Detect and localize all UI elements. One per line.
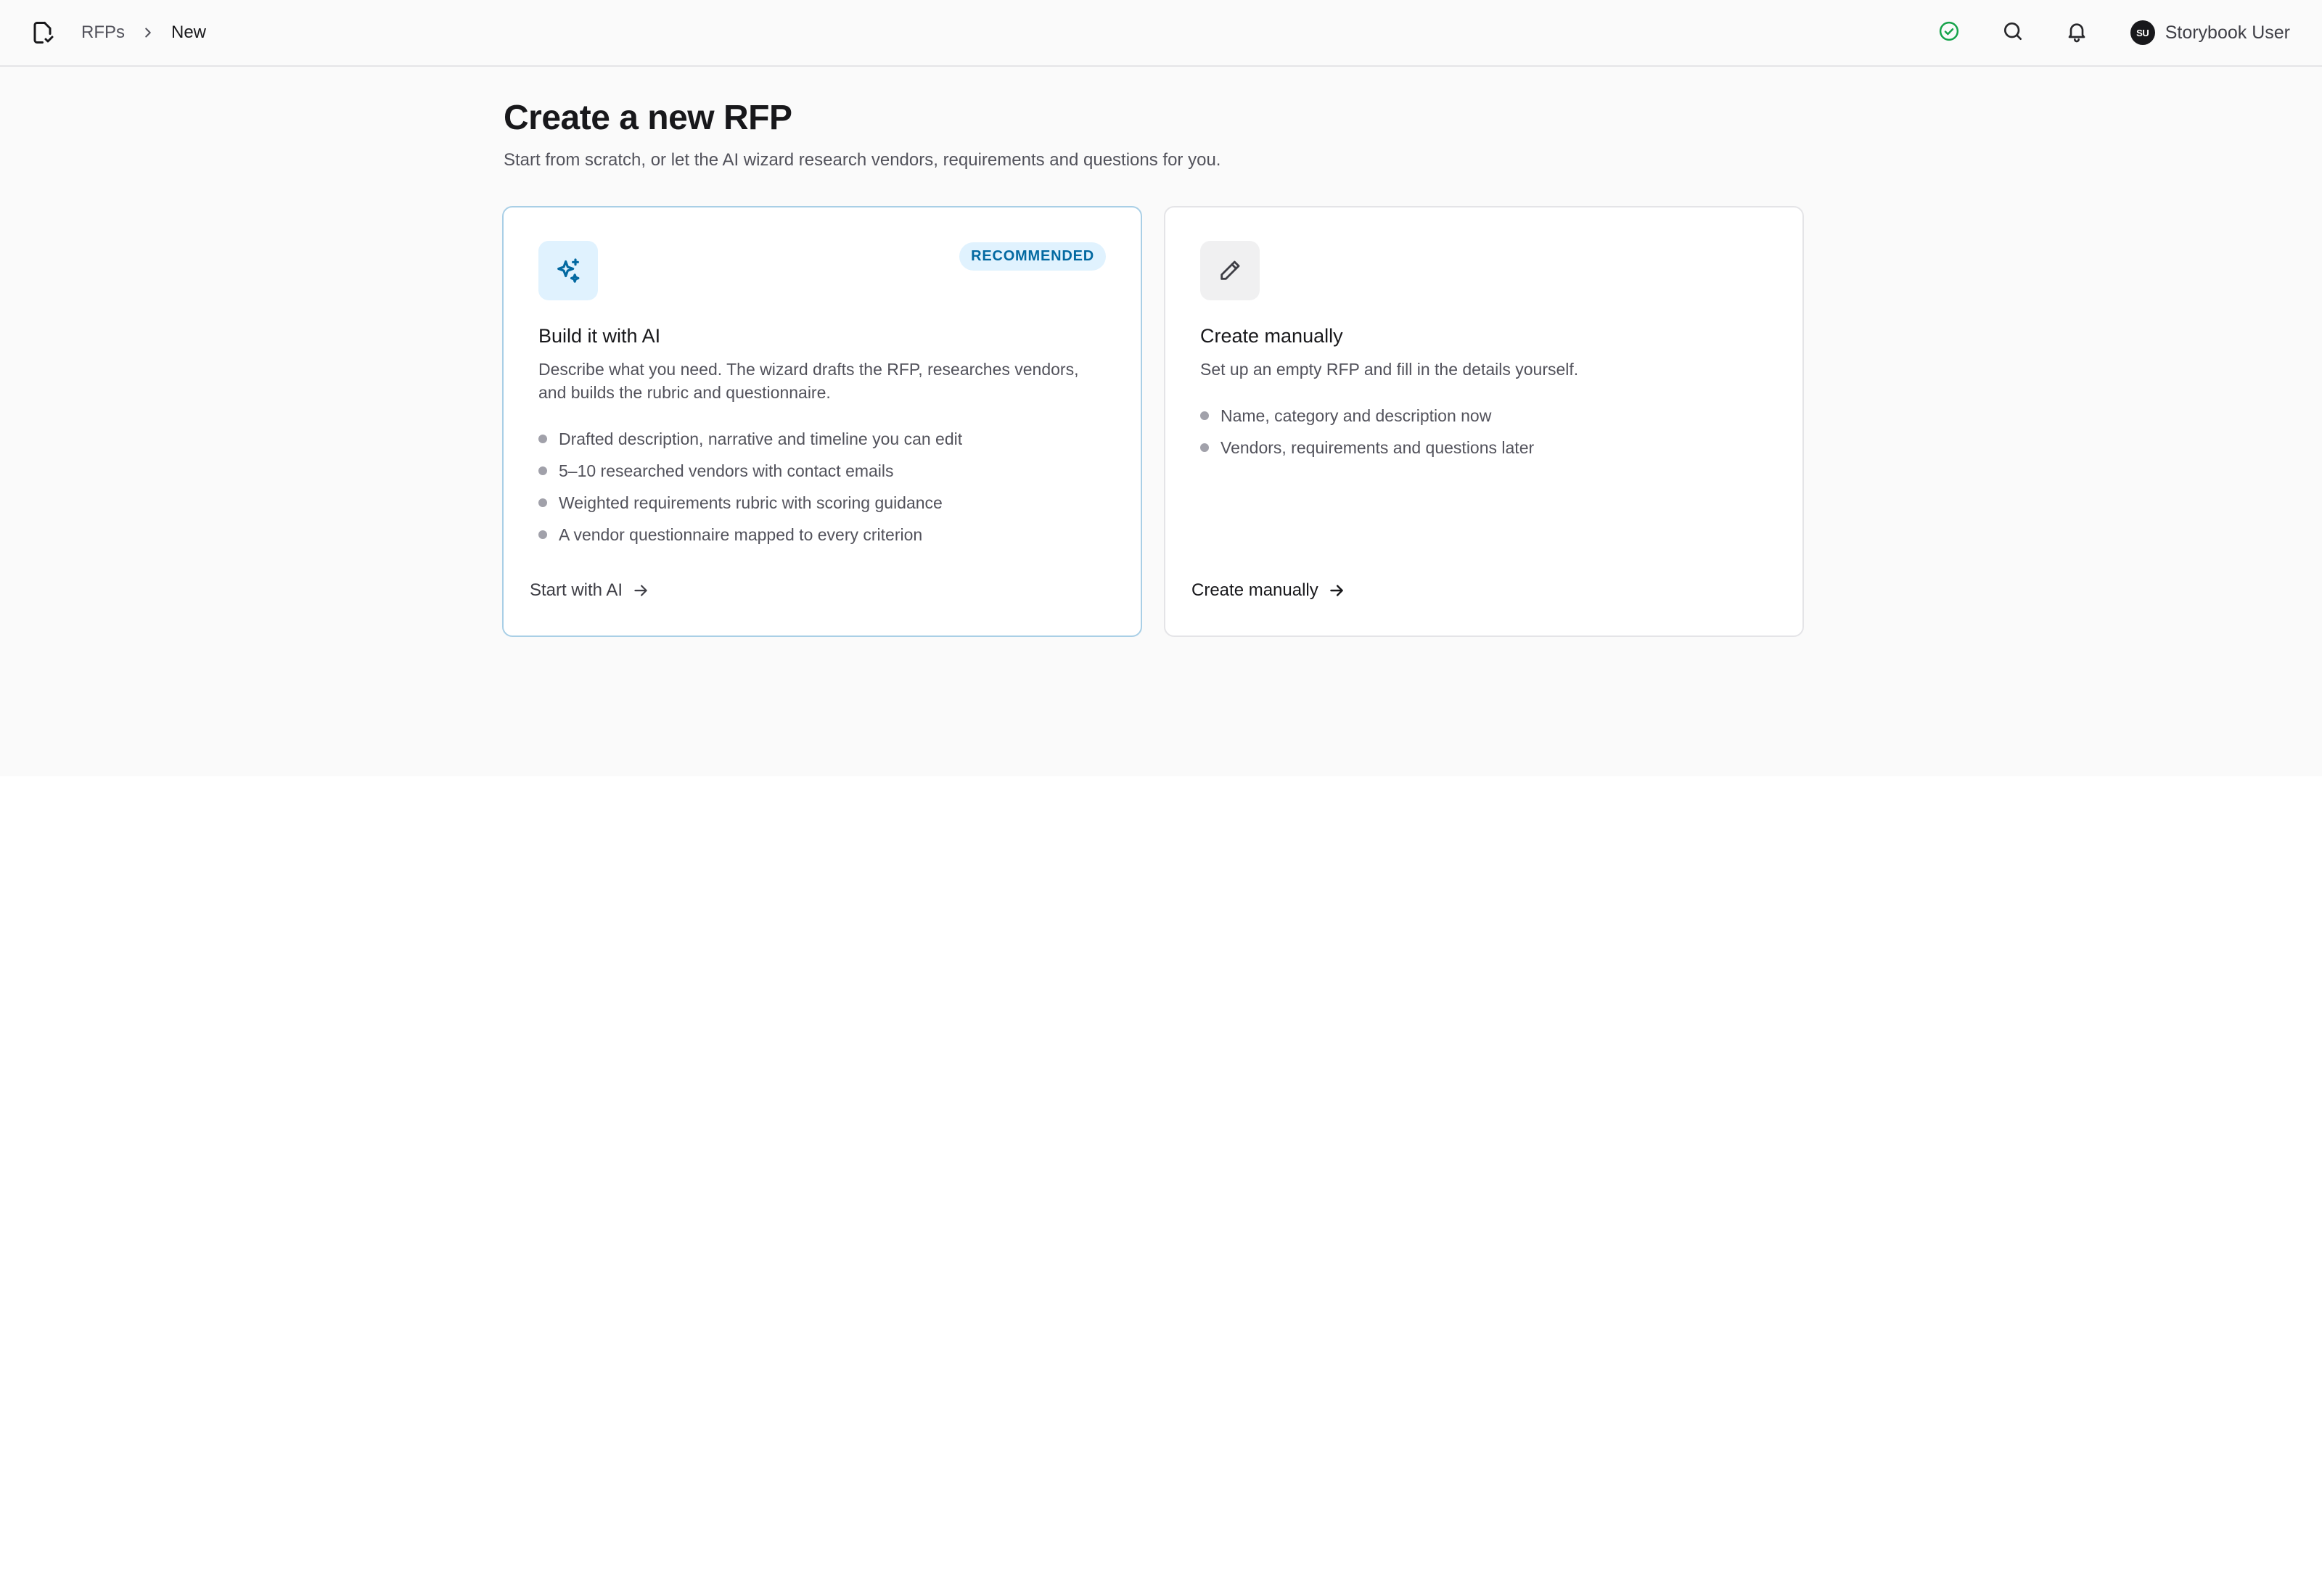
bullet-dot: [1200, 443, 1209, 452]
bullet-dot: [538, 466, 547, 475]
breadcrumb-item-current: New: [171, 22, 207, 42]
sparkles-icon: [538, 241, 598, 300]
search-icon: [2001, 20, 2024, 46]
card-description: Set up an empty RFP and fill in the deta…: [1200, 360, 1579, 379]
feature-text: Vendors, requirements and questions late…: [1221, 437, 1535, 457]
build-with-ai-card[interactable]: RECOMMENDED Build it with AI Describe wh…: [502, 206, 1142, 637]
feature-item: Weighted requirements rubric with scorin…: [538, 487, 1106, 519]
check-circle-icon: [1938, 20, 1960, 46]
arrow-right-icon: [631, 581, 650, 600]
user-menu[interactable]: SU Storybook User: [2130, 20, 2290, 45]
bell-icon: [2065, 20, 2088, 46]
feature-item: A vendor questionnaire mapped to every c…: [538, 519, 1106, 551]
status-button[interactable]: [1929, 12, 1969, 53]
pencil-icon: [1200, 241, 1260, 300]
bullet-dot: [538, 498, 547, 507]
card-title: Create manually: [1200, 325, 1343, 347]
feature-list: Drafted description, narrative and timel…: [538, 423, 1106, 551]
user-name: Storybook User: [2165, 22, 2290, 43]
feature-item: Name, category and description now: [1200, 400, 1768, 432]
creation-options: RECOMMENDED Build it with AI Describe wh…: [502, 206, 1804, 637]
arrow-right-icon: [1327, 581, 1346, 600]
page-title: Create a new RFP: [504, 99, 792, 137]
search-button[interactable]: [1993, 12, 2033, 53]
file-check-icon[interactable]: [29, 18, 58, 47]
bullet-dot: [1200, 411, 1209, 420]
feature-item: Vendors, requirements and questions late…: [1200, 432, 1768, 464]
avatar: SU: [2130, 20, 2155, 45]
card-description: Describe what you need. The wizard draft…: [538, 360, 1079, 402]
create-manually-button[interactable]: Create manually: [1191, 580, 1346, 601]
cta-label: Create manually: [1191, 580, 1318, 600]
top-bar: RFPs New SU Storybook User: [0, 0, 2322, 67]
main-content: Create a new RFP Start from scratch, or …: [502, 67, 1805, 637]
cta-label: Start with AI: [530, 580, 623, 600]
feature-list: Name, category and description now Vendo…: [1200, 400, 1768, 464]
header-actions: SU Storybook User: [1905, 12, 2290, 53]
feature-item: 5–10 researched vendors with contact ema…: [538, 455, 1106, 487]
bullet-dot: [538, 530, 547, 539]
feature-text: A vendor questionnaire mapped to every c…: [559, 525, 923, 544]
card-title: Build it with AI: [538, 325, 661, 347]
notifications-button[interactable]: [2056, 12, 2097, 53]
create-manually-card[interactable]: Create manually Set up an empty RFP and …: [1164, 206, 1804, 637]
feature-text: 5–10 researched vendors with contact ema…: [559, 461, 894, 480]
feature-item: Drafted description, narrative and timel…: [538, 423, 1106, 455]
feature-text: Drafted description, narrative and timel…: [559, 429, 963, 448]
page-subtitle: Start from scratch, or let the AI wizard…: [504, 149, 1221, 170]
bullet-dot: [538, 435, 547, 443]
start-with-ai-button[interactable]: Start with AI: [530, 580, 650, 601]
chevron-right-icon: [138, 22, 158, 43]
breadcrumb: RFPs New: [29, 18, 206, 47]
feature-text: Weighted requirements rubric with scorin…: [559, 493, 943, 512]
breadcrumb-item-rfps[interactable]: RFPs: [81, 22, 125, 43]
recommended-badge: RECOMMENDED: [959, 242, 1106, 271]
app-shell: RFPs New SU Storybook User Create a new …: [0, 0, 2322, 776]
feature-text: Name, category and description now: [1221, 406, 1492, 425]
